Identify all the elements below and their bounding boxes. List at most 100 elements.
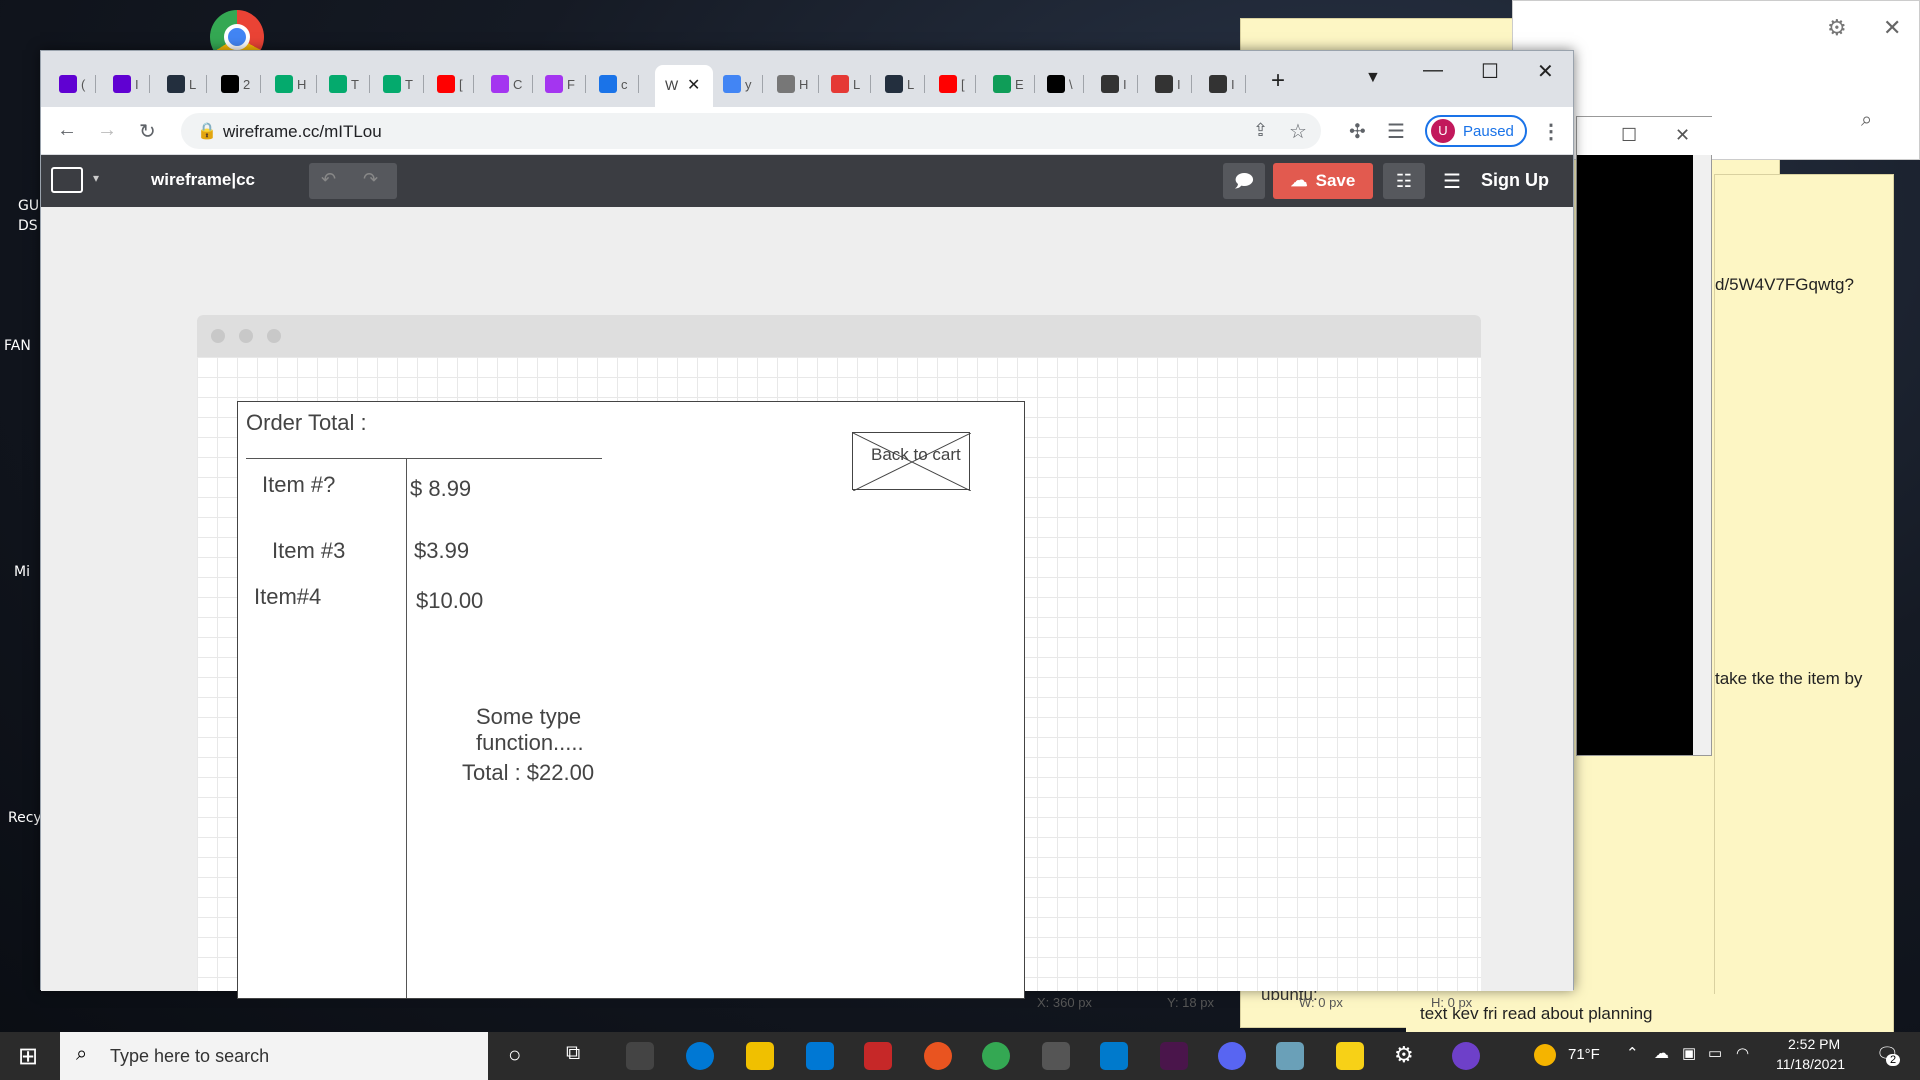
weather-temp[interactable]: 71°F — [1568, 1046, 1600, 1063]
item-price[interactable]: $3.99 — [414, 538, 469, 564]
tab-l-8[interactable]: C — [491, 69, 534, 99]
bookmark-star-icon[interactable]: ☆ — [1289, 119, 1307, 144]
chevron-up-icon[interactable]: ⌃ — [1626, 1044, 1639, 1062]
clock-time[interactable]: 2:52 PM — [1788, 1036, 1840, 1052]
settings-sliders-button[interactable]: ☷ — [1383, 163, 1425, 199]
redo-icon[interactable]: ↷ — [363, 169, 378, 190]
battery-icon[interactable]: ▭ — [1708, 1044, 1722, 1062]
item-name[interactable]: Item #? — [262, 472, 335, 498]
tab-r-9[interactable]: I — [1209, 69, 1246, 99]
url-text[interactable]: wireframe.cc/mITLou — [223, 122, 382, 142]
onedrive-icon[interactable]: ☁ — [1654, 1044, 1669, 1062]
extensions-icon[interactable]: ✣ — [1349, 119, 1366, 144]
grid-area[interactable]: Order Total : Item #? $ 8.99 Item #3 $3.… — [197, 357, 1481, 1010]
close-icon[interactable]: ✕ — [1675, 125, 1690, 146]
tab-r-0[interactable]: y — [723, 69, 763, 99]
clock-date[interactable]: 11/18/2021 — [1776, 1056, 1845, 1072]
new-tab-icon[interactable]: + — [1271, 67, 1285, 95]
reload-icon[interactable]: ↻ — [139, 119, 156, 144]
tab-active[interactable]: W ✕ — [655, 65, 713, 107]
tab-r-1[interactable]: H — [777, 69, 820, 99]
tab-r-2[interactable]: L — [831, 69, 872, 99]
maximize-icon[interactable]: ☐ — [1621, 125, 1637, 146]
tab-l-10[interactable]: c — [599, 69, 639, 99]
address-bar[interactable]: 🔒 wireframe.cc/mITLou ⇪ ☆ — [181, 113, 1321, 149]
chrome-icon[interactable] — [982, 1042, 1010, 1070]
slack-icon[interactable] — [1160, 1042, 1188, 1070]
discord-icon[interactable] — [1218, 1042, 1246, 1070]
task-view-icon[interactable]: ⧉ — [566, 1042, 580, 1065]
total-text[interactable]: Total : $22.00 — [462, 760, 594, 786]
cortana-icon[interactable]: ○ — [508, 1042, 521, 1068]
wifi-icon[interactable]: ◠ — [1736, 1044, 1749, 1062]
divider[interactable] — [246, 458, 602, 459]
tab-l-0[interactable]: ( — [59, 69, 97, 99]
wireframe-canvas[interactable]: Order Total : Item #? $ 8.99 Item #3 $3.… — [41, 207, 1573, 1010]
close-window-icon[interactable]: ✕ — [1537, 59, 1554, 84]
reading-list-icon[interactable]: ☰ — [1387, 119, 1405, 144]
back-icon[interactable]: ← — [57, 119, 77, 142]
sign-up-link[interactable]: Sign Up — [1481, 170, 1549, 191]
hamburger-icon[interactable]: ☰ — [1443, 169, 1461, 194]
tab-l-5[interactable]: T — [329, 69, 370, 99]
weather-icon[interactable] — [1534, 1044, 1556, 1066]
window-picker-icon[interactable] — [51, 167, 83, 193]
item-name[interactable]: Item #3 — [272, 538, 345, 564]
tab-search-icon[interactable]: ▼ — [1365, 69, 1381, 87]
forward-icon[interactable]: → — [97, 119, 117, 142]
app-logo[interactable]: wireframe|cc — [151, 170, 255, 190]
close-icon[interactable]: ✕ — [1883, 15, 1901, 41]
item-name[interactable]: Item#4 — [254, 584, 321, 610]
maximize-icon[interactable]: ☐ — [1481, 59, 1499, 84]
tab-l-7[interactable]: [ — [437, 69, 474, 99]
undo-icon[interactable]: ↶ — [321, 169, 336, 190]
tab-l-3[interactable]: 2 — [221, 69, 262, 99]
search-icon[interactable]: ⌕ — [1861, 109, 1872, 132]
store-icon[interactable] — [626, 1042, 654, 1070]
app-icon[interactable] — [864, 1042, 892, 1070]
sticky-note-window-2[interactable]: d/5W4V7FGqwtg? take tke the item by — [1714, 174, 1894, 1034]
tab-r-6[interactable]: \ — [1047, 69, 1084, 99]
tab-l-2[interactable]: L — [167, 69, 208, 99]
tab-r-5[interactable]: E — [993, 69, 1035, 99]
tab-r-7[interactable]: I — [1101, 69, 1138, 99]
back-to-cart-button[interactable]: Back to cart — [852, 432, 971, 491]
vscode-icon[interactable] — [1100, 1042, 1128, 1070]
item-price[interactable]: $ 8.99 — [410, 476, 471, 502]
windows-start-icon[interactable]: ⊞ — [18, 1042, 38, 1071]
tab-r-3[interactable]: L — [885, 69, 926, 99]
edge-icon[interactable] — [686, 1042, 714, 1070]
scrollbar[interactable] — [1693, 155, 1711, 755]
linux-penguin-icon[interactable] — [1042, 1042, 1070, 1070]
note-text[interactable]: Some type — [476, 704, 581, 730]
app-icon[interactable] — [1276, 1042, 1304, 1070]
close-tab-icon[interactable]: ✕ — [687, 75, 700, 95]
share-icon[interactable]: ⇪ — [1253, 120, 1268, 141]
wireframe-box[interactable]: Order Total : Item #? $ 8.99 Item #3 $3.… — [237, 401, 1025, 999]
order-total-label[interactable]: Order Total : — [246, 410, 367, 436]
tab-r-4[interactable]: [ — [939, 69, 976, 99]
tab-r-8[interactable]: I — [1155, 69, 1192, 99]
gear-icon[interactable]: ⚙ — [1827, 15, 1847, 41]
tab-l-1[interactable]: I — [113, 69, 150, 99]
terminal-window[interactable]: ☐ ✕ — [1576, 116, 1713, 756]
file-explorer-icon[interactable] — [746, 1042, 774, 1070]
github-desktop-icon[interactable] — [1452, 1042, 1480, 1070]
tab-l-9[interactable]: F — [545, 69, 586, 99]
minimize-icon[interactable]: — — [1423, 59, 1443, 82]
tab-l-6[interactable]: T — [383, 69, 424, 99]
tab-l-4[interactable]: H — [275, 69, 318, 99]
save-button[interactable]: ☁ Save — [1273, 163, 1373, 199]
menu-kebab-icon[interactable]: ⋮ — [1541, 119, 1561, 144]
item-price[interactable]: $10.00 — [416, 588, 483, 614]
sticky-notes-icon[interactable] — [1336, 1042, 1364, 1070]
note-text[interactable]: function..... — [476, 730, 584, 756]
comment-button[interactable]: 🗩 — [1223, 163, 1265, 199]
ubuntu-icon[interactable] — [924, 1042, 952, 1070]
divider[interactable] — [406, 458, 407, 998]
search-box[interactable]: ⌕ Type here to search — [60, 1032, 488, 1080]
gear-icon[interactable]: ⚙ — [1394, 1042, 1414, 1068]
display-icon[interactable]: ▣ — [1682, 1044, 1696, 1062]
profile-button[interactable]: U Paused — [1425, 115, 1527, 147]
chevron-down-icon[interactable]: ▾ — [93, 171, 99, 185]
